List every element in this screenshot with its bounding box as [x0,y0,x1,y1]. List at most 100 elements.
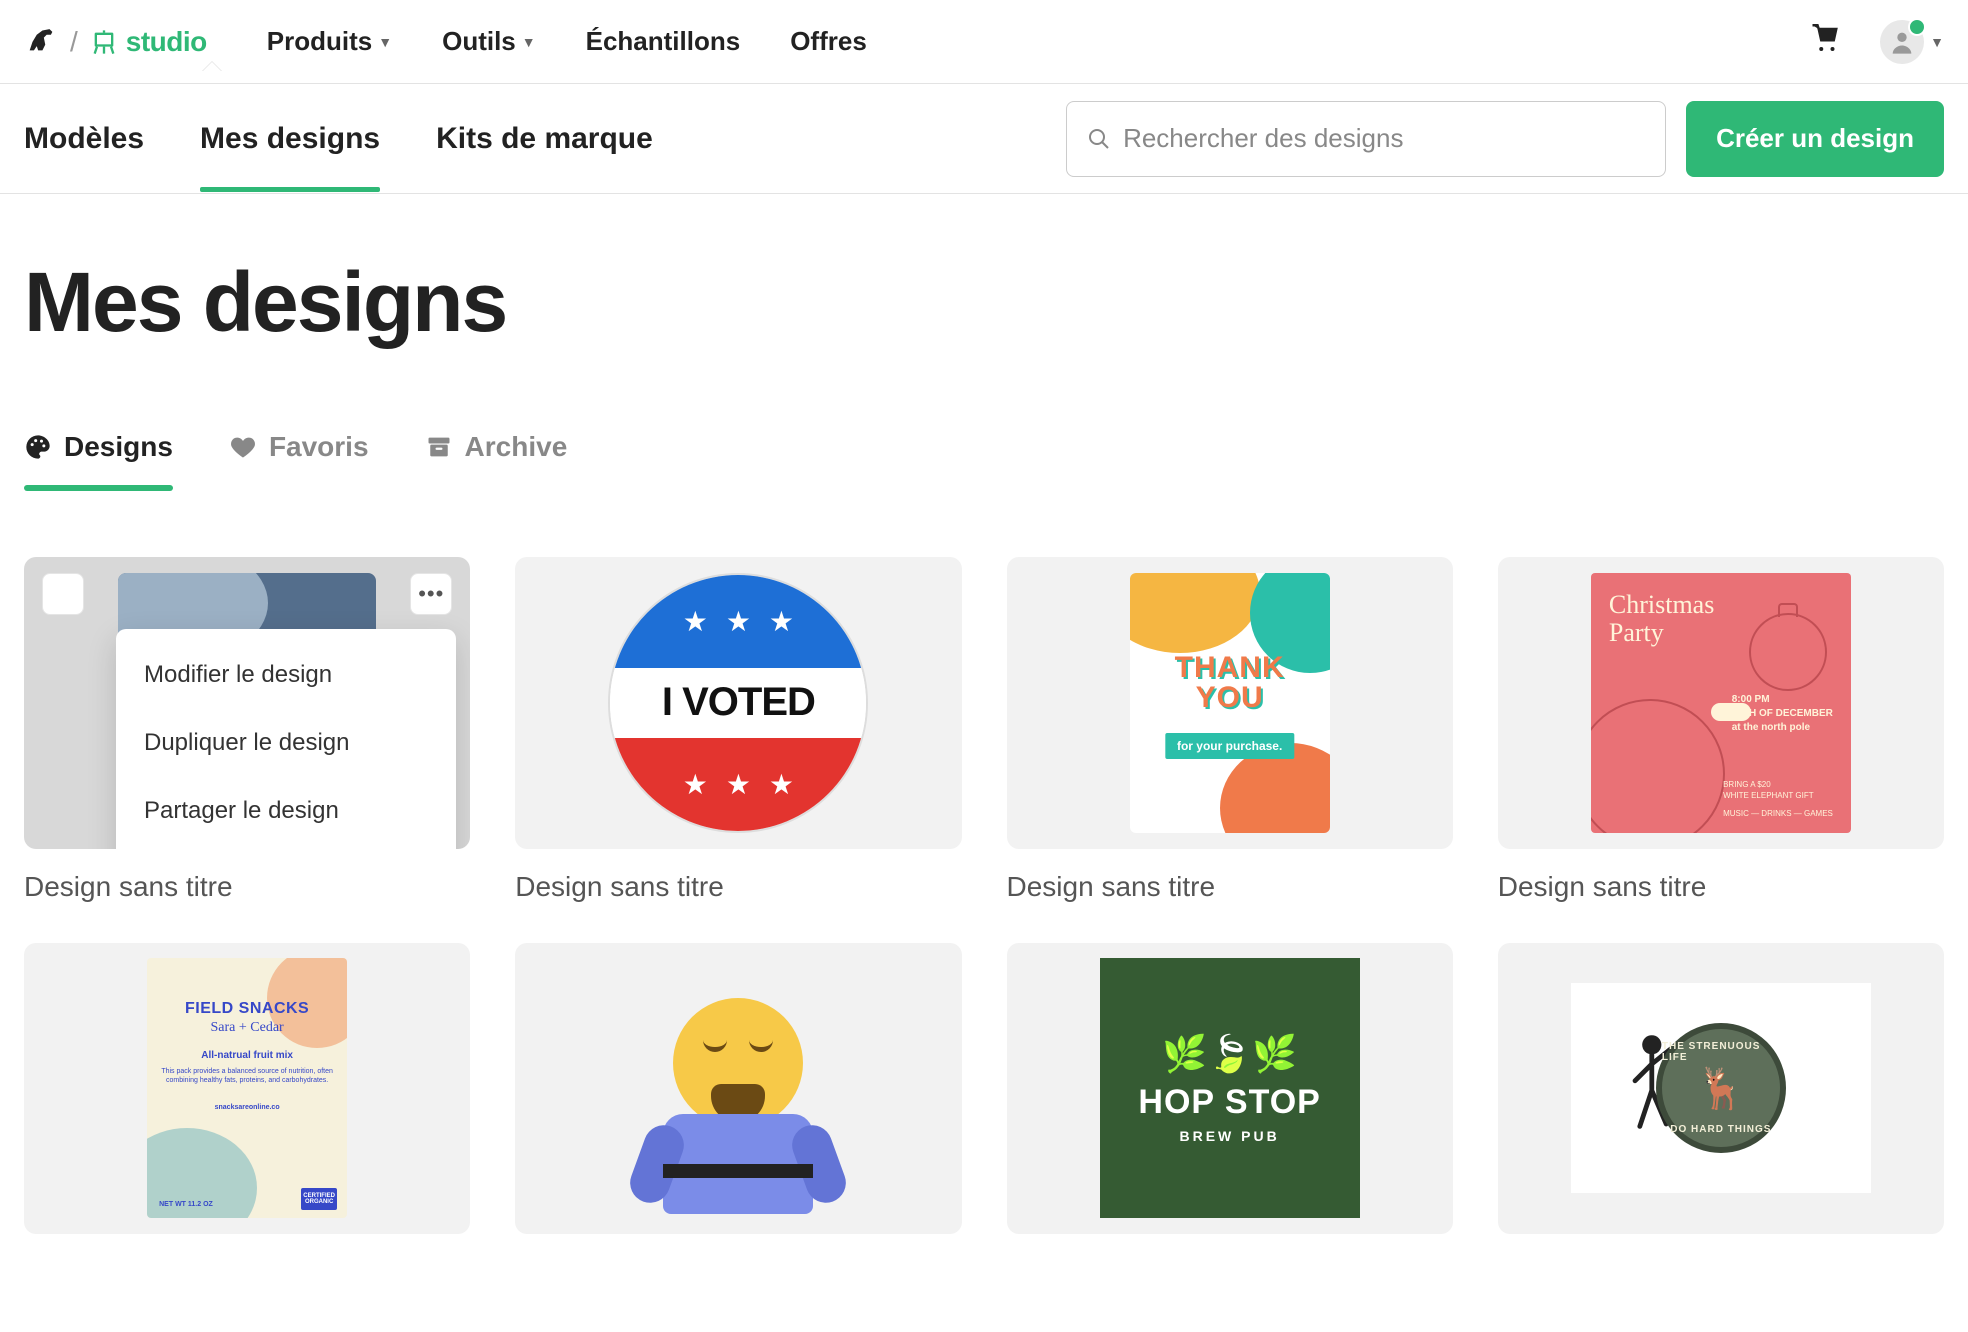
design-title: Design sans titre [1498,871,1944,903]
design-card: THE STRENUOUS LIFE 🦌 DO HARD THINGS [1498,943,1944,1257]
chevron-down-icon: ▼ [522,34,536,50]
art-text: This pack provides a balanced source of … [161,1067,333,1085]
nav-label: Produits [267,26,372,57]
context-menu: Modifier le design Dupliquer le design P… [116,629,456,849]
sub-nav-tabs: Modèles Mes designs Kits de marque [24,86,653,192]
palette-icon [24,433,52,461]
thumbnail-overlay: ••• [42,573,452,615]
filter-tab-label: Designs [64,431,173,463]
design-preview-art: FIELD SNACKS Sara + Cedar All-natrual fr… [147,958,347,1218]
designs-grid: ••• Modifier le design Dupliquer le desi… [24,557,1944,1256]
design-thumbnail[interactable]: 🌿🍃🌿 HOP STOP BREW PUB [1007,943,1453,1235]
select-checkbox[interactable] [42,573,84,615]
filter-tab-label: Favoris [269,431,369,463]
art-text: I VOTED [610,668,866,738]
design-card [515,943,961,1257]
art-text: WHITE ELEPHANT GIFT [1723,790,1833,801]
nav-item-echantillons[interactable]: Échantillons [586,26,741,57]
design-preview-art: ★★★ I VOTED ★★★ [608,573,868,833]
horse-logo-icon [24,22,58,61]
design-thumbnail[interactable]: THANK YOU for your purchase. [1007,557,1453,849]
design-card: Christmas Party 8:00 PM 25TH OF DECEMBER… [1498,557,1944,903]
sub-nav: Modèles Mes designs Kits de marque Créer… [0,84,1968,194]
design-thumbnail[interactable]: ★★★ I VOTED ★★★ [515,557,961,849]
page-title: Mes designs [24,254,1944,351]
account-menu[interactable]: ▼ [1880,20,1944,64]
design-preview-art: 🌿🍃🌿 HOP STOP BREW PUB [1100,958,1360,1218]
menu-item-modifier[interactable]: Modifier le design [116,641,456,709]
art-text: NET WT 11.2 OZ [159,1201,213,1208]
search-input[interactable] [1123,123,1645,154]
design-thumbnail[interactable]: Christmas Party 8:00 PM 25TH OF DECEMBER… [1498,557,1944,849]
studio-logo: studio [90,26,207,58]
design-card: ★★★ I VOTED ★★★ Design sans titre [515,557,961,903]
art-text: All-natrual fruit mix [161,1050,333,1061]
top-nav: / studio Produits ▼ Outils ▼ Échantillon… [0,0,1968,84]
design-thumbnail[interactable]: FIELD SNACKS Sara + Cedar All-natrual fr… [24,943,470,1235]
art-text: at the north pole [1732,721,1833,735]
moose-icon: 🦌 [1696,1065,1746,1112]
design-card: THANK YOU for your purchase. Design sans… [1007,557,1453,903]
design-thumbnail[interactable]: THE STRENUOUS LIFE 🦌 DO HARD THINGS [1498,943,1944,1235]
nav-item-produits[interactable]: Produits ▼ [267,26,392,57]
design-title: Design sans titre [24,871,470,903]
filter-tabs: Designs Favoris Archive [24,431,1944,487]
easel-icon [90,28,118,56]
design-card: FIELD SNACKS Sara + Cedar All-natrual fr… [24,943,470,1257]
art-text: BRING A $20 [1723,779,1833,790]
art-text: HOP STOP [1138,1083,1320,1122]
archive-icon [425,433,453,461]
art-text: FIELD SNACKS [161,1000,333,1018]
art-text: THANK [1130,653,1330,683]
filter-tab-label: Archive [465,431,568,463]
tab-modeles[interactable]: Modèles [24,86,144,192]
cart-icon [1810,24,1840,54]
page-content: Mes designs Designs Favoris Archive ••• [0,194,1968,1296]
hops-icon: 🌿🍃🌿 [1162,1033,1296,1075]
studio-logo-text: studio [126,26,207,58]
art-text: Sara + Cedar [161,1020,333,1036]
design-thumbnail[interactable] [515,943,961,1235]
search-icon [1087,127,1111,151]
heart-icon [229,433,257,461]
avatar [1880,20,1924,64]
design-title: Design sans titre [1007,871,1453,903]
search-box[interactable] [1066,101,1666,177]
art-text: 8:00 PM [1732,693,1833,707]
nav-item-outils[interactable]: Outils ▼ [442,26,536,57]
art-text: MUSIC — DRINKS — GAMES [1723,808,1833,819]
filter-tab-designs[interactable]: Designs [24,431,173,487]
menu-item-partager[interactable]: Partager le design [116,777,456,845]
active-section-indicator [202,61,222,71]
art-text: snacksareonline.co [161,1104,333,1111]
more-horizontal-icon: ••• [418,581,444,607]
brand-logo-group[interactable]: / studio [24,22,207,61]
art-text: THE STRENUOUS LIFE [1662,1041,1780,1063]
art-text: YOU [1130,683,1330,713]
art-text: 25TH OF DECEMBER [1732,707,1833,721]
design-card: ••• Modifier le design Dupliquer le desi… [24,557,470,903]
menu-item-archiver[interactable]: Archiver le design [116,845,456,849]
menu-item-dupliquer[interactable]: Dupliquer le design [116,709,456,777]
design-preview-art [638,998,838,1218]
cart-button[interactable] [1810,24,1840,59]
art-text: CERTIFIED ORGANIC [301,1188,337,1210]
filter-tab-archive[interactable]: Archive [425,431,568,487]
art-text: BREW PUB [1180,1128,1280,1144]
design-thumbnail[interactable]: ••• Modifier le design Dupliquer le desi… [24,557,470,849]
design-preview-art: THE STRENUOUS LIFE 🦌 DO HARD THINGS [1571,983,1871,1193]
chevron-down-icon: ▼ [1930,34,1944,50]
tab-kits-de-marque[interactable]: Kits de marque [436,86,653,192]
status-dot-icon [1908,18,1926,36]
nav-label: Outils [442,26,516,57]
more-options-button[interactable]: ••• [410,573,452,615]
tab-mes-designs[interactable]: Mes designs [200,86,380,192]
nav-item-offres[interactable]: Offres [790,26,867,57]
create-design-button[interactable]: Créer un design [1686,101,1944,177]
design-preview-art: Christmas Party 8:00 PM 25TH OF DECEMBER… [1591,573,1851,833]
design-card: 🌿🍃🌿 HOP STOP BREW PUB [1007,943,1453,1257]
design-title: Design sans titre [515,871,961,903]
primary-nav-items: Produits ▼ Outils ▼ Échantillons Offres [267,26,867,57]
design-preview-art: THANK YOU for your purchase. [1130,573,1330,833]
filter-tab-favoris[interactable]: Favoris [229,431,369,487]
